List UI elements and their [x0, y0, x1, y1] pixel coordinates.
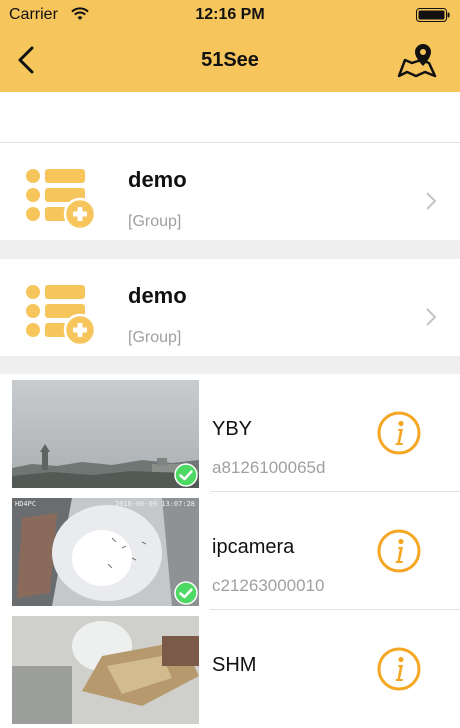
battery-icon: [416, 8, 450, 22]
info-icon[interactable]: [376, 528, 422, 574]
navigation-bar: 51See: [0, 30, 460, 92]
camera-name: SHM: [212, 654, 257, 676]
camera-thumbnail[interactable]: HD4PC 2016-06-09 13:07:28: [12, 498, 199, 606]
online-check-icon: [174, 581, 198, 605]
camera-id: a8126100065d: [212, 458, 326, 477]
section-separator: [0, 356, 460, 374]
camera-osd-timestamp: 2016-06-09 13:07:28: [114, 500, 195, 508]
group-add-icon: [26, 169, 97, 230]
camera-snapshot-image: [12, 616, 199, 724]
camera-row[interactable]: YBY a8126100065d: [0, 374, 460, 492]
camera-id: c21263000010: [212, 576, 325, 595]
camera-thumbnail[interactable]: [12, 616, 199, 724]
group-name: demo: [128, 167, 187, 192]
map-pin-icon[interactable]: [396, 40, 438, 80]
app-header: Carrier 12:16 PM 51See: [0, 0, 460, 92]
group-add-icon: [26, 285, 97, 346]
online-check-icon: [174, 463, 198, 487]
camera-thumbnail[interactable]: [12, 380, 199, 488]
status-bar: Carrier 12:16 PM: [0, 0, 460, 30]
info-icon[interactable]: [376, 410, 422, 456]
group-row[interactable]: demo [Group]: [0, 259, 460, 356]
section-separator: [0, 240, 460, 259]
camera-snapshot-image: [12, 498, 199, 606]
chevron-right-icon: [426, 308, 437, 326]
group-row[interactable]: demo [Group]: [0, 143, 460, 240]
camera-name: ipcamera: [212, 536, 295, 558]
camera-row[interactable]: HD4PC 2016-06-09 13:07:28 ipcamera c2126…: [0, 492, 460, 610]
camera-snapshot-image: [12, 380, 199, 488]
info-icon[interactable]: [376, 646, 422, 692]
camera-name: YBY: [212, 418, 253, 440]
page-title: 51See: [201, 49, 259, 71]
header-spacer: [0, 92, 460, 143]
group-type-label: [Group]: [128, 329, 182, 346]
status-time: 12:16 PM: [195, 6, 265, 23]
group-type-label: [Group]: [128, 213, 182, 230]
group-name: demo: [128, 283, 187, 308]
camera-osd-label: HD4PC: [15, 500, 37, 508]
camera-row[interactable]: SHM: [0, 610, 460, 728]
chevron-right-icon: [426, 192, 437, 210]
